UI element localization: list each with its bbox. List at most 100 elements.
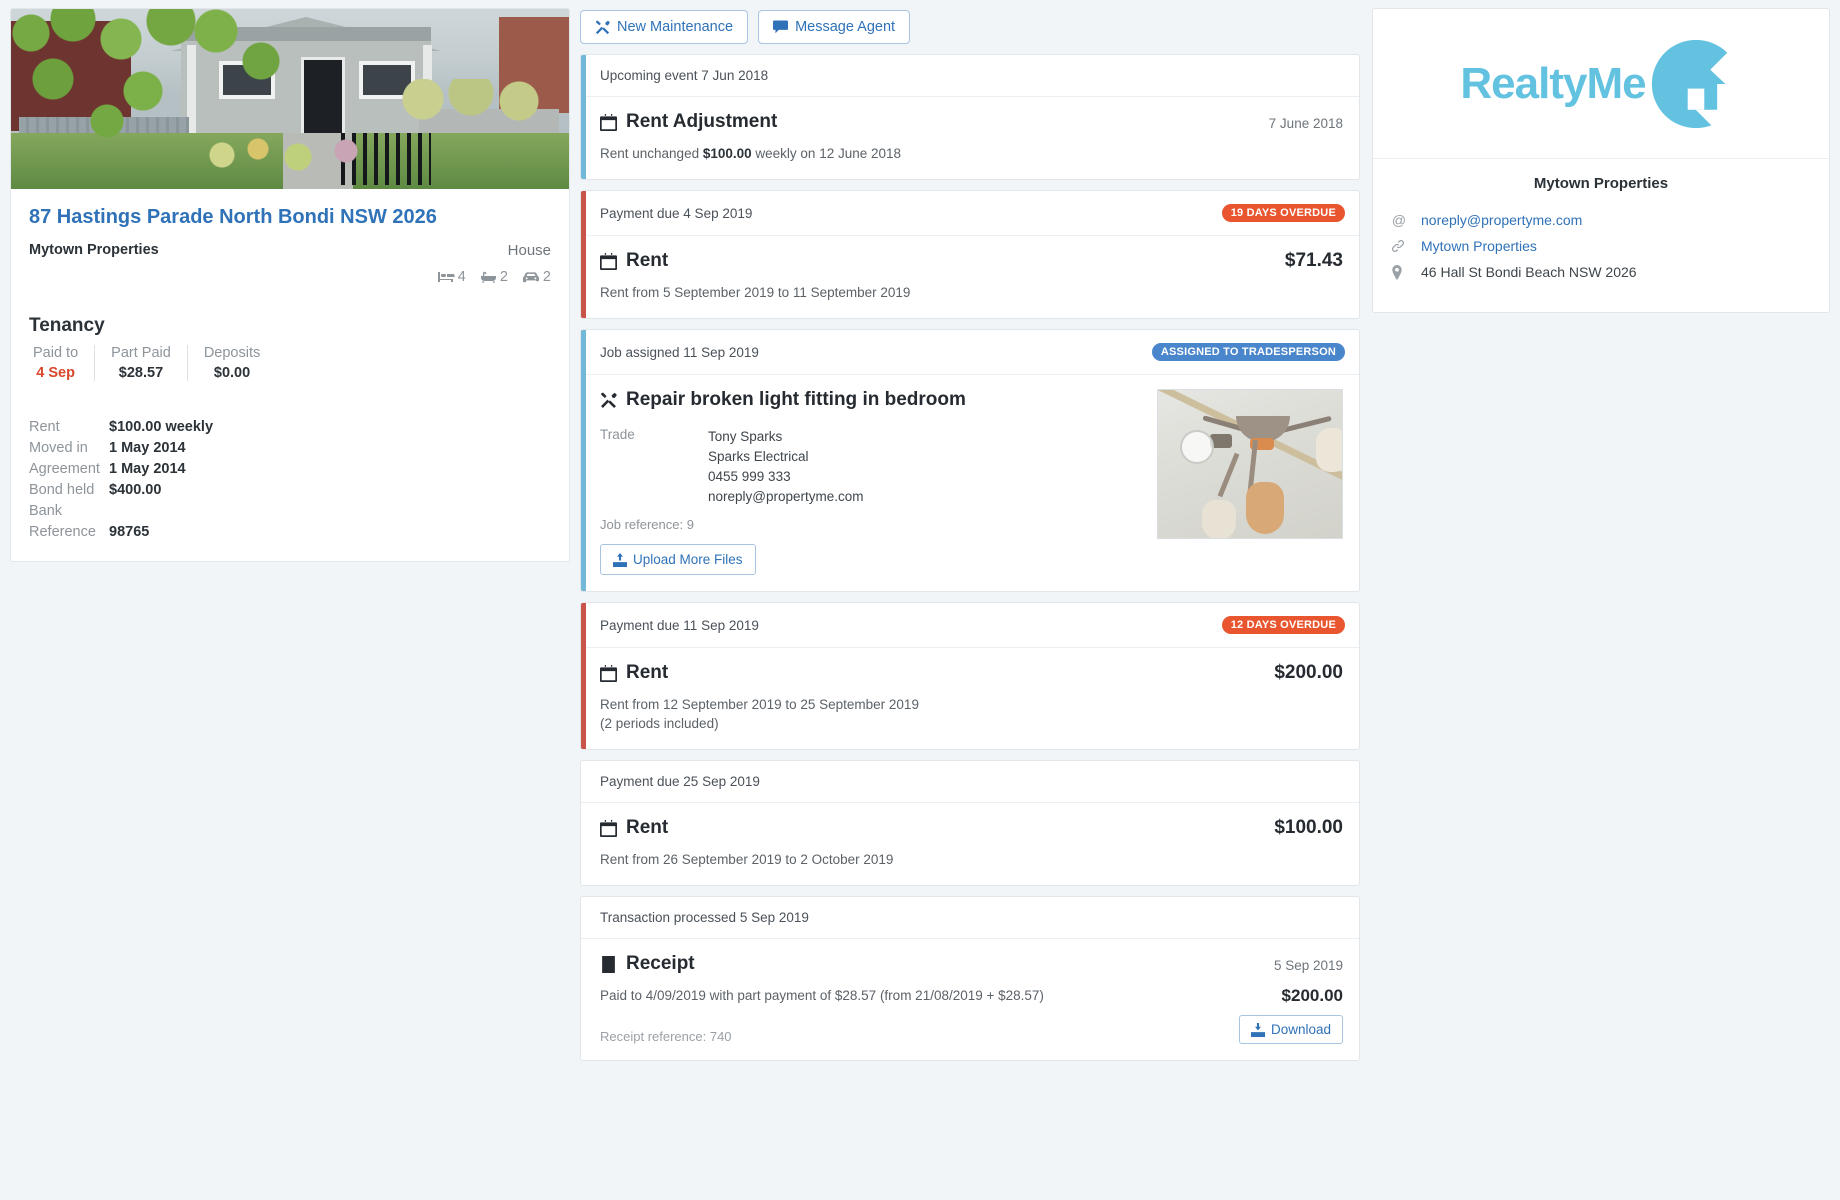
detail-value: $400.00 bbox=[109, 480, 161, 501]
agency-contact-email[interactable]: @ noreply@propertyme.com bbox=[1391, 212, 1811, 228]
message-agent-button[interactable]: Message Agent bbox=[758, 10, 910, 44]
bedroom-count: 4 bbox=[458, 269, 466, 285]
property-features: 4 2 2 bbox=[29, 269, 551, 285]
item-title-label: Rent Adjustment bbox=[626, 111, 777, 133]
download-icon bbox=[1251, 1023, 1265, 1037]
item-date: 7 June 2018 bbox=[1269, 111, 1343, 131]
at-icon: @ bbox=[1391, 212, 1407, 228]
trade-phone: 0455 999 333 bbox=[708, 467, 864, 487]
detail-key: Rent bbox=[29, 417, 109, 438]
item-detail: Rent from 12 September 2019 to 25 Septem… bbox=[600, 695, 1343, 733]
message-agent-label: Message Agent bbox=[795, 19, 895, 35]
item-title: Rent bbox=[600, 250, 668, 272]
card-body: Rent $71.43 Rent from 5 September 2019 t… bbox=[581, 236, 1359, 318]
link-icon bbox=[1391, 239, 1407, 253]
job-reference: Job reference: 9 bbox=[600, 517, 1141, 532]
detail-value: 1 May 2014 bbox=[109, 459, 186, 480]
card-header: Payment due 11 Sep 2019 12 DAYS OVERDUE bbox=[581, 603, 1359, 648]
tenancy-stats: Paid to 4 Sep Part Paid $28.57 Deposits … bbox=[29, 345, 551, 381]
trade-company: Sparks Electrical bbox=[708, 447, 864, 467]
calendar-icon bbox=[600, 665, 617, 682]
item-detail-line2: (2 periods included) bbox=[600, 714, 1343, 733]
stat-label: Part Paid bbox=[111, 345, 171, 361]
property-card: 87 Hastings Parade North Bondi NSW 2026 … bbox=[10, 8, 570, 562]
detail-row-agreement: Agreement 1 May 2014 bbox=[29, 459, 551, 480]
status-badge: 12 DAYS OVERDUE bbox=[1222, 616, 1345, 634]
item-title-label: Rent bbox=[626, 817, 668, 839]
job-photo[interactable] bbox=[1157, 389, 1343, 539]
carspace-count: 2 bbox=[543, 269, 551, 285]
detail-value: 98765 bbox=[109, 522, 149, 543]
receipt-reference: Receipt reference: 740 bbox=[600, 1029, 732, 1044]
bathroom-count: 2 bbox=[500, 269, 508, 285]
detail-key: Reference bbox=[29, 522, 109, 543]
property-type: House bbox=[508, 242, 551, 259]
stat-label: Deposits bbox=[204, 345, 260, 361]
card-body: Repair broken light fitting in bedroom T… bbox=[581, 375, 1359, 591]
upload-more-files-button[interactable]: Upload More Files bbox=[600, 544, 756, 575]
item-detail: Paid to 4/09/2019 with part payment of $… bbox=[600, 986, 1044, 1005]
logo-text: RealtyMe bbox=[1460, 59, 1645, 109]
timeline-card-payment-2: Payment due 11 Sep 2019 12 DAYS OVERDUE … bbox=[580, 602, 1360, 750]
item-title: Rent Adjustment bbox=[600, 111, 777, 133]
upload-icon bbox=[613, 553, 627, 567]
item-amount: $100.00 bbox=[1274, 817, 1343, 839]
detail-row-moved-in: Moved in 1 May 2014 bbox=[29, 438, 551, 459]
new-maintenance-label: New Maintenance bbox=[617, 19, 733, 35]
action-toolbar: New Maintenance Message Agent bbox=[580, 10, 1360, 44]
detail-suffix: weekly on 12 June 2018 bbox=[752, 146, 901, 161]
agency-website-label: Mytown Properties bbox=[1421, 238, 1537, 254]
agency-logo: RealtyMe bbox=[1373, 9, 1829, 159]
agency-name: Mytown Properties bbox=[1391, 175, 1811, 192]
car-icon bbox=[522, 271, 540, 283]
card-header: Upcoming event 7 Jun 2018 bbox=[581, 55, 1359, 97]
timeline-card-rent-adjustment: Upcoming event 7 Jun 2018 Rent Adjustmen… bbox=[580, 54, 1360, 180]
item-detail-line1: Rent from 12 September 2019 to 25 Septem… bbox=[600, 695, 1343, 714]
item-title: Repair broken light fitting in bedroom bbox=[600, 389, 1141, 411]
trade-email: noreply@propertyme.com bbox=[708, 487, 864, 507]
property-address[interactable]: 87 Hastings Parade North Bondi NSW 2026 bbox=[29, 205, 551, 229]
timeline-card-job: Job assigned 11 Sep 2019 ASSIGNED TO TRA… bbox=[580, 329, 1360, 592]
item-amount: $71.43 bbox=[1285, 250, 1343, 272]
download-label: Download bbox=[1271, 1022, 1331, 1037]
card-header-label: Job assigned 11 Sep 2019 bbox=[600, 345, 759, 360]
new-maintenance-button[interactable]: New Maintenance bbox=[580, 10, 748, 44]
detail-row-bank: Bank bbox=[29, 501, 551, 522]
detail-amount: $100.00 bbox=[703, 146, 752, 161]
detail-row-reference: Reference 98765 bbox=[29, 522, 551, 543]
card-body: Rent $100.00 Rent from 26 September 2019… bbox=[581, 803, 1359, 885]
card-body: Rent Adjustment 7 June 2018 Rent unchang… bbox=[581, 97, 1359, 179]
trade-details: Trade Tony Sparks Sparks Electrical 0455… bbox=[600, 427, 1141, 507]
timeline-card-payment-1: Payment due 4 Sep 2019 19 DAYS OVERDUE R… bbox=[580, 190, 1360, 319]
download-button[interactable]: Download bbox=[1239, 1015, 1343, 1044]
agency-contact-block: Mytown Properties @ noreply@propertyme.c… bbox=[1373, 159, 1829, 312]
stat-part-paid: Part Paid $28.57 bbox=[95, 345, 188, 381]
card-header: Transaction processed 5 Sep 2019 bbox=[581, 897, 1359, 939]
property-photo bbox=[11, 9, 569, 189]
stat-label: Paid to bbox=[33, 345, 78, 361]
item-detail: Rent from 26 September 2019 to 2 October… bbox=[600, 850, 1343, 869]
item-title-label: Rent bbox=[626, 250, 668, 272]
card-header-label: Transaction processed 5 Sep 2019 bbox=[600, 910, 809, 925]
tenancy-heading: Tenancy bbox=[29, 315, 551, 337]
card-header-label: Payment due 25 Sep 2019 bbox=[600, 774, 760, 789]
detail-prefix: Rent unchanged bbox=[600, 146, 703, 161]
property-column: 87 Hastings Parade North Bondi NSW 2026 … bbox=[0, 0, 570, 562]
property-agency: Mytown Properties bbox=[29, 242, 159, 258]
item-title-label: Rent bbox=[626, 662, 668, 684]
stat-value: 4 Sep bbox=[33, 365, 78, 381]
detail-key: Agreement bbox=[29, 459, 109, 480]
tools-icon bbox=[595, 20, 610, 35]
receipt-icon bbox=[600, 956, 617, 973]
agency-email-label: noreply@propertyme.com bbox=[1421, 212, 1582, 228]
agency-card: RealtyMe Mytown Properties @ noreply@pro… bbox=[1372, 8, 1830, 313]
agency-contact-website[interactable]: Mytown Properties bbox=[1391, 238, 1811, 254]
trade-label: Trade bbox=[600, 427, 708, 507]
stat-deposits: Deposits $0.00 bbox=[188, 345, 276, 381]
agency-column: RealtyMe Mytown Properties @ noreply@pro… bbox=[1360, 0, 1840, 313]
status-badge: 19 DAYS OVERDUE bbox=[1222, 204, 1345, 222]
detail-key: Bank bbox=[29, 501, 109, 522]
trade-values: Tony Sparks Sparks Electrical 0455 999 3… bbox=[708, 427, 864, 507]
item-title-label: Repair broken light fitting in bedroom bbox=[626, 389, 966, 411]
app-root: 87 Hastings Parade North Bondi NSW 2026 … bbox=[0, 0, 1840, 1200]
